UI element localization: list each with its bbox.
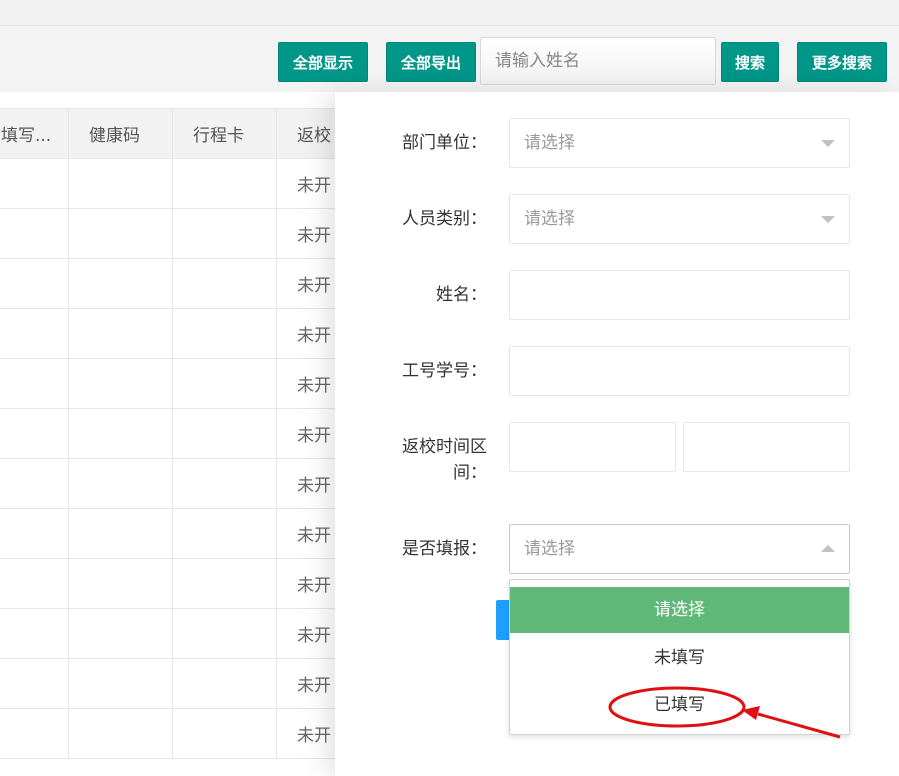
- filled-dropdown-menu: 请选择 未填写 已填写: [509, 579, 850, 735]
- table-cell: [0, 458, 69, 509]
- dept-select-value: 请选择: [524, 133, 575, 153]
- table-cell: [0, 158, 69, 209]
- category-label: 人员类别：: [402, 209, 487, 229]
- table-cell: [172, 258, 277, 309]
- table-cell: [0, 408, 69, 459]
- chevron-down-icon: [821, 216, 835, 223]
- table-row: 未开: [0, 558, 360, 609]
- table-cell: [68, 458, 173, 509]
- dept-select[interactable]: 请选择: [509, 118, 850, 168]
- table-header-row: 填写... 健康码 行程卡 返校: [0, 108, 360, 159]
- data-table: 填写... 健康码 行程卡 返校 未开 未开 未开 未开 未开 未开 未开 未开 未开 未开 未开未…: [0, 108, 360, 776]
- chevron-up-icon: [821, 545, 835, 552]
- dropdown-option-not-filled[interactable]: 未填写: [510, 635, 849, 681]
- table-cell: [172, 708, 277, 759]
- table-cell: [0, 308, 69, 359]
- table-cell: [68, 358, 173, 409]
- search-button[interactable]: 搜索: [721, 42, 779, 82]
- table-cell: [172, 158, 277, 209]
- table-cell: [68, 158, 173, 209]
- table-cell: [172, 208, 277, 259]
- table-row: 未开: [0, 258, 360, 309]
- table-row: 未开: [0, 408, 360, 459]
- table-row: 未开: [0, 308, 360, 359]
- id-field[interactable]: [509, 346, 850, 396]
- column-header-health-code[interactable]: 健康码: [68, 108, 173, 159]
- table-cell: [68, 508, 173, 559]
- chevron-down-icon: [821, 140, 835, 147]
- return-end-date-field[interactable]: [683, 422, 850, 472]
- table-row: 未开: [0, 358, 360, 409]
- show-all-button[interactable]: 全部显示: [278, 42, 368, 82]
- dropdown-option-filled[interactable]: 已填写: [510, 682, 849, 728]
- name-search-input[interactable]: 请输入姓名: [480, 37, 716, 85]
- category-select[interactable]: 请选择: [509, 194, 850, 244]
- table-row: 未开: [0, 608, 360, 659]
- table-row: 未开: [0, 458, 360, 509]
- table-cell: [172, 658, 277, 709]
- table-cell: [172, 558, 277, 609]
- table-cell: [0, 508, 69, 559]
- table-cell: [68, 558, 173, 609]
- table-cell: [172, 358, 277, 409]
- filled-label: 是否填报：: [402, 539, 487, 559]
- column-header-filled[interactable]: 填写...: [0, 108, 69, 159]
- table-cell: [68, 208, 173, 259]
- table-row: 未开: [0, 658, 360, 709]
- table-row: 未开: [0, 208, 360, 259]
- table-cell: [0, 358, 69, 409]
- table-cell: [68, 308, 173, 359]
- column-header-itinerary-card[interactable]: 行程卡: [172, 108, 277, 159]
- table-cell: [0, 558, 69, 609]
- table-cell: [0, 208, 69, 259]
- table-cell: [0, 708, 69, 759]
- filled-select[interactable]: 请选择: [509, 524, 850, 574]
- table-cell: [172, 508, 277, 559]
- category-select-value: 请选择: [524, 209, 575, 229]
- table-cell: [68, 708, 173, 759]
- table-row: 未开: [0, 708, 360, 759]
- table-cell: [172, 608, 277, 659]
- export-all-button[interactable]: 全部导出: [386, 42, 476, 82]
- return-start-date-field[interactable]: [509, 422, 676, 472]
- filled-select-value: 请选择: [524, 539, 575, 559]
- table-cell: [68, 258, 173, 309]
- table-cell: [68, 408, 173, 459]
- table-row: 未开: [0, 508, 360, 559]
- return-time-label-line1: 返校时间区: [402, 437, 487, 457]
- table-cell: [68, 658, 173, 709]
- dept-label: 部门单位：: [402, 133, 487, 153]
- top-strip: [0, 0, 899, 26]
- name-label: 姓名：: [436, 285, 487, 305]
- name-field[interactable]: [509, 270, 850, 320]
- table-cell: [172, 408, 277, 459]
- table-cell: [172, 458, 277, 509]
- table-row: 未开: [0, 158, 360, 209]
- table-cell: [0, 608, 69, 659]
- id-label: 工号学号：: [402, 361, 487, 381]
- table-cell: [172, 308, 277, 359]
- more-search-button[interactable]: 更多搜索: [797, 42, 887, 82]
- dropdown-option-placeholder[interactable]: 请选择: [510, 587, 849, 633]
- table-cell: [68, 608, 173, 659]
- table-cell: [0, 658, 69, 709]
- table-cell: [0, 258, 69, 309]
- return-time-label-line2: 间：: [453, 463, 487, 483]
